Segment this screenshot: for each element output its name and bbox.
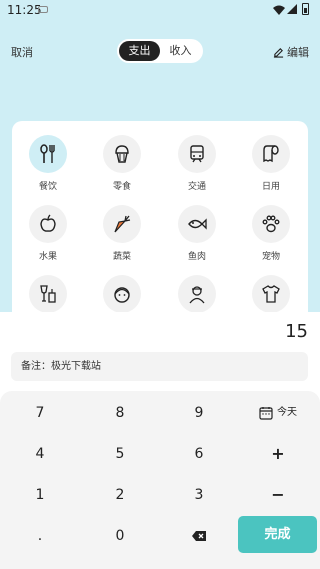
key-8[interactable]: 8 [80,393,160,433]
category-item-fish-meat[interactable]: 鱼肉 [167,205,227,262]
carrot-icon [103,205,141,243]
category-label: 水果 [38,252,57,262]
remark-input[interactable]: 备注：极光下载站 [11,352,308,381]
cupcake-icon [103,135,141,173]
key-7[interactable]: 7 [0,393,80,433]
elder-person-icon [178,275,216,313]
category-item-dining[interactable]: 餐饮 [18,135,78,192]
key-dot[interactable]: . [0,516,80,556]
plus-button[interactable]: + [238,434,318,474]
child-face-icon [103,275,141,313]
fish-icon [178,205,216,243]
category-label: 零食 [112,182,131,192]
cancel-button[interactable]: 取消 [11,44,33,60]
status-bar: 11:25 [0,0,320,20]
fork-knife-icon [29,135,67,173]
battery-icon [302,3,309,15]
category-item-elder[interactable] [167,275,227,313]
category-label: 交通 [187,182,206,192]
done-button[interactable]: 完成 [238,516,317,553]
key-0[interactable]: 0 [80,516,160,556]
key-6[interactable]: 6 [159,434,239,474]
category-item-daily[interactable]: 日用 [241,135,301,192]
tab-income[interactable]: 收入 [160,41,201,61]
status-time: 11:25 [7,3,42,17]
key-9[interactable]: 9 [159,393,239,433]
category-item-snacks[interactable]: 零食 [92,135,152,192]
category-item-drinks[interactable] [18,275,78,313]
amount-display: 15 [285,321,308,342]
pencil-icon [273,47,284,58]
category-item-pet[interactable]: 宠物 [241,205,301,262]
tshirt-icon [252,275,290,313]
type-switch: 支出 收入 [117,39,203,63]
apple-icon [29,205,67,243]
category-item-clothing[interactable] [241,275,301,313]
tissue-roll-icon [252,135,290,173]
backspace-icon [192,531,206,541]
category-item-child[interactable] [92,275,152,313]
category-label: 鱼肉 [187,252,206,262]
category-label: 日用 [261,182,280,192]
category-item-vegetable[interactable]: 蔬菜 [92,205,152,262]
category-item-transport[interactable]: 交通 [167,135,227,192]
paw-icon [252,205,290,243]
signal-icon [287,4,297,14]
tab-expense[interactable]: 支出 [119,41,160,61]
today-label: 今天 [277,407,297,418]
key-3[interactable]: 3 [159,475,239,515]
category-label: 蔬菜 [112,252,131,262]
key-4[interactable]: 4 [0,434,80,474]
category-grid: 餐饮 零食 交通 日用 水果 蔬菜 鱼肉 宠物 [12,121,308,321]
key-2[interactable]: 2 [80,475,160,515]
key-1[interactable]: 1 [0,475,80,515]
key-5[interactable]: 5 [80,434,160,474]
train-icon [178,135,216,173]
category-label: 宠物 [261,252,280,262]
backspace-button[interactable] [159,516,239,556]
notification-icon [38,6,48,13]
edit-label: 编辑 [287,46,309,59]
category-item-fruit[interactable]: 水果 [18,205,78,262]
wine-drink-icon [29,275,67,313]
today-button[interactable]: 今天 [238,393,318,433]
edit-button[interactable]: 编辑 [273,44,309,60]
calendar-icon [259,407,273,420]
wifi-icon [273,5,285,15]
minus-button[interactable]: − [238,475,318,515]
category-label: 餐饮 [38,182,57,192]
